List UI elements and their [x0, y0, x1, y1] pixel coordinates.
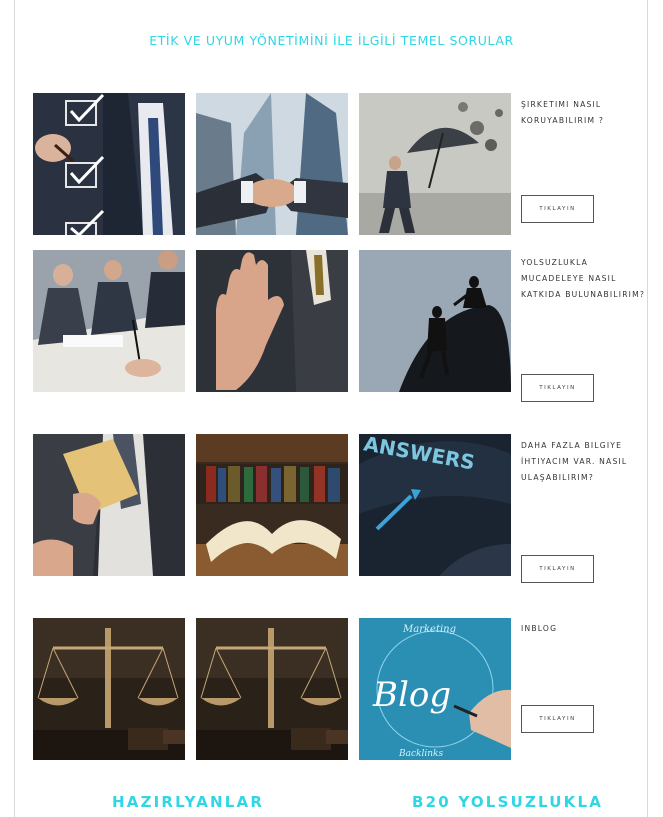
- answers-image: ANSWERS: [359, 434, 511, 576]
- backlinks-word: Backlinks: [398, 749, 443, 759]
- blog-word: Blog: [372, 675, 451, 715]
- hazirlyanlar-heading[interactable]: HAZIRLYANLAR: [112, 793, 264, 811]
- b20-heading[interactable]: B20 YOLSUZLUKLA: [412, 793, 603, 811]
- tiklayin-button[interactable]: TIKLAYIN: [521, 195, 594, 223]
- raised-hand-image: [196, 250, 348, 392]
- blog-image: Marketing Blog Backlinks: [359, 618, 511, 760]
- question-text: ŞIRKETIMI NASIL KORUYABILIRIM ?: [521, 100, 605, 125]
- justice-scales-image: [33, 618, 185, 760]
- tiklayin-button[interactable]: TIKLAYIN: [521, 555, 594, 583]
- tiklayin-button[interactable]: TIKLAYIN: [521, 374, 594, 402]
- checklist-image: [33, 93, 185, 235]
- umbrella-image: [359, 93, 511, 235]
- climbing-image: [359, 250, 511, 392]
- meeting-image: [33, 250, 185, 392]
- marketing-word: Marketing: [402, 624, 456, 635]
- question-text: INBLOG: [521, 624, 558, 633]
- page-title: ETİK VE UYUM YÖNETİMİNİ İLE İLGİLİ TEMEL…: [149, 33, 514, 48]
- justice-scales-image: [196, 618, 348, 760]
- question-text: YOLSUZLUKLA MUCADELEYE NASIL KATKIDA BUL…: [521, 258, 646, 299]
- envelope-bribe-image: [33, 434, 185, 576]
- books-image: [196, 434, 348, 576]
- question-text: DAHA FAZLA BILGIYE İHTIYACIM VAR. NASIL …: [521, 441, 628, 482]
- handshake-image: [196, 93, 348, 235]
- tiklayin-button[interactable]: TIKLAYIN: [521, 705, 594, 733]
